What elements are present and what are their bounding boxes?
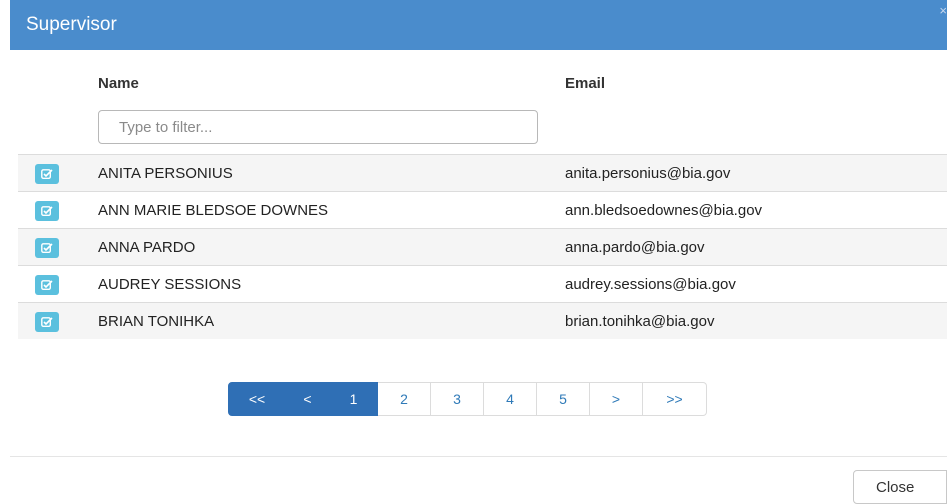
page-3[interactable]: 3 bbox=[431, 382, 484, 416]
footer-divider bbox=[10, 456, 947, 457]
name-cell: ANITA PERSONIUS bbox=[98, 165, 233, 182]
table-row: ANITA PERSONIUS anita.personius@bia.gov bbox=[18, 154, 947, 191]
edit-check-icon bbox=[41, 243, 53, 253]
page-2[interactable]: 2 bbox=[378, 382, 431, 416]
name-cell: AUDREY SESSIONS bbox=[98, 276, 242, 293]
select-button[interactable] bbox=[35, 238, 59, 258]
page-previous[interactable]: < bbox=[286, 382, 330, 416]
table-row: ANNA PARDO anna.pardo@bia.gov bbox=[18, 228, 947, 265]
table-row: BRIAN TONIHKA brian.tonihka@bia.gov bbox=[18, 302, 947, 339]
select-button[interactable] bbox=[35, 275, 59, 295]
select-button[interactable] bbox=[35, 201, 59, 221]
email-cell: ann.bledsoedownes@bia.gov bbox=[565, 202, 763, 219]
edit-check-icon bbox=[41, 169, 53, 179]
column-header-name[interactable]: Name bbox=[98, 75, 139, 92]
table-row: ANN MARIE BLEDSOE DOWNES ann.bledsoedown… bbox=[18, 191, 947, 228]
close-icon[interactable]: × bbox=[939, 4, 947, 17]
modal-header: Supervisor × bbox=[10, 0, 947, 50]
modal-title: Supervisor bbox=[26, 14, 117, 35]
page-next[interactable]: > bbox=[590, 382, 643, 416]
edit-check-icon bbox=[41, 206, 53, 216]
email-cell: brian.tonihka@bia.gov bbox=[565, 313, 715, 330]
page-4[interactable]: 4 bbox=[484, 382, 537, 416]
table-row: AUDREY SESSIONS audrey.sessions@bia.gov bbox=[18, 265, 947, 302]
pagination: << < 1 2 3 4 5 > >> bbox=[228, 382, 707, 416]
page-last[interactable]: >> bbox=[643, 382, 707, 416]
email-cell: anna.pardo@bia.gov bbox=[565, 239, 705, 256]
name-cell: BRIAN TONIHKA bbox=[98, 313, 215, 330]
name-cell: ANNA PARDO bbox=[98, 239, 196, 256]
page-first[interactable]: << bbox=[228, 382, 286, 416]
close-button[interactable]: Close bbox=[853, 470, 947, 504]
supervisor-table-body: ANITA PERSONIUS anita.personius@bia.gov … bbox=[18, 154, 947, 339]
edit-check-icon bbox=[41, 317, 53, 327]
email-cell: audrey.sessions@bia.gov bbox=[565, 276, 736, 293]
filter-input[interactable] bbox=[98, 110, 538, 144]
name-cell: ANN MARIE BLEDSOE DOWNES bbox=[98, 202, 329, 219]
email-cell: anita.personius@bia.gov bbox=[565, 165, 731, 182]
page-5[interactable]: 5 bbox=[537, 382, 590, 416]
column-header-email[interactable]: Email bbox=[565, 75, 605, 92]
select-button[interactable] bbox=[35, 164, 59, 184]
edit-check-icon bbox=[41, 280, 53, 290]
page-1[interactable]: 1 bbox=[330, 382, 378, 416]
select-button[interactable] bbox=[35, 312, 59, 332]
